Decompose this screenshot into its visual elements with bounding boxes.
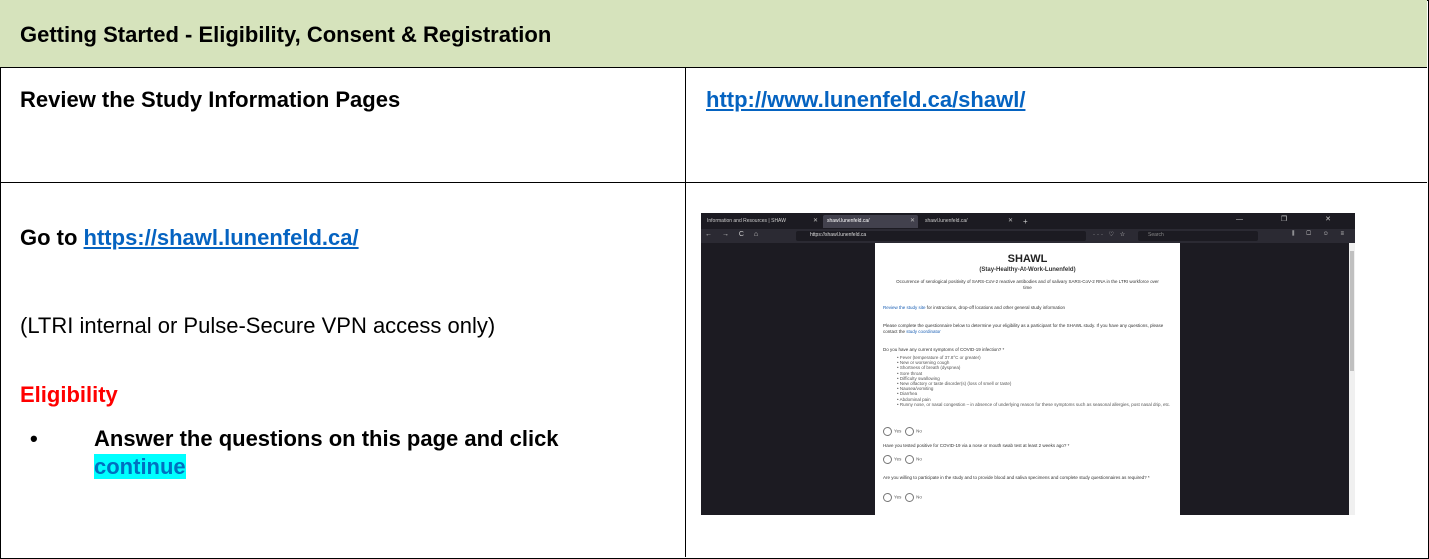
access-note: (LTRI internal or Pulse-Secure VPN acces… <box>20 313 496 338</box>
section-header: Getting Started - Eligibility, Consent &… <box>0 0 1427 68</box>
continue-highlight: continue <box>94 454 186 479</box>
study-info-link-cell: http://www.lunenfeld.ca/shawl/ <box>706 87 1025 113</box>
question-3: Are you willing to participate in the st… <box>883 475 1150 480</box>
page-description: Occurrence of serological positivity of … <box>896 279 1159 290</box>
window-controls[interactable]: — ❐ ✕ <box>1236 215 1349 223</box>
browser-tab-bar: Information and Resources | SHAW ✕ shawl… <box>701 213 1355 229</box>
browser-screenshot: Information and Resources | SHAW ✕ shawl… <box>701 213 1355 515</box>
list-item: • Runny nose, or nasal congestion – in a… <box>897 401 1171 407</box>
q1-radio-group: Yes No <box>883 427 922 436</box>
column-divider <box>685 68 686 557</box>
tab-label: shawl.lunenfeld.ca/ <box>827 218 870 224</box>
no-radio[interactable] <box>905 493 915 502</box>
nav-buttons-icon[interactable]: ← → C ⌂ <box>705 231 762 238</box>
browser-tab-active[interactable]: shawl.lunenfeld.ca/ ✕ <box>823 215 918 228</box>
browser-tab[interactable]: Information and Resources | SHAW ✕ <box>703 215 821 228</box>
q3-radio-group: Yes No <box>883 493 922 502</box>
page-title: SHAWL <box>1007 253 1048 265</box>
yes-radio[interactable] <box>883 455 892 464</box>
yes-label: Yes <box>894 494 902 500</box>
tab-label: Information and Resources | SHAW <box>707 218 786 224</box>
no-radio[interactable] <box>905 455 915 464</box>
toolbar-icons[interactable]: ⫼ ▢ ☺ ≡ <box>1292 231 1349 238</box>
url-text: https://shawl.lunenfeld.ca <box>810 232 867 238</box>
search-input[interactable]: Search <box>1138 231 1258 241</box>
bullet-text: Answer the questions on this page and cl… <box>94 426 559 451</box>
study-coordinator-link[interactable]: study coordinator <box>906 329 941 334</box>
tab-label: shawl.lunenfeld.ca/ <box>925 218 968 224</box>
bullet-icon: • <box>30 426 38 451</box>
no-radio[interactable] <box>905 427 915 436</box>
no-label: No <box>916 428 922 434</box>
goto-prefix: Go to <box>20 225 84 250</box>
goto-line: Go to https://shawl.lunenfeld.ca/ <box>20 225 359 251</box>
page-subtitle: (Stay-Healthy-At-Work-Lunenfeld) <box>979 267 1076 273</box>
yes-label: Yes <box>894 428 902 434</box>
review-rest: for instructions, drop-off locations and… <box>925 305 1066 310</box>
question-2: Have you tested positive for COVID-19 vi… <box>883 443 1070 448</box>
address-bar[interactable]: https://shawl.lunenfeld.ca <box>796 231 1086 241</box>
eligibility-heading: Eligibility <box>20 382 118 407</box>
question-1: Do you have any current symptoms of COVI… <box>883 347 1005 352</box>
page-actions-icon[interactable]: ··· ♡ ☆ <box>1093 231 1127 238</box>
study-info-row <box>0 68 1427 183</box>
close-icon[interactable]: ✕ <box>910 215 915 228</box>
no-label: No <box>916 494 922 500</box>
close-icon[interactable]: ✕ <box>1008 215 1013 228</box>
symptom-list: • Fever (temperature of 37.8°C or greate… <box>897 355 1172 407</box>
yes-radio[interactable] <box>883 493 892 502</box>
bullet-text-wrap: Answer the questions on this page and cl… <box>94 425 654 481</box>
shawl-site-link[interactable]: https://shawl.lunenfeld.ca/ <box>84 225 359 250</box>
q2-radio-group: Yes No <box>883 455 922 464</box>
new-tab-button[interactable]: + <box>1019 215 1033 228</box>
scrollbar-thumb[interactable] <box>1350 251 1354 371</box>
scrollbar[interactable] <box>1349 243 1355 515</box>
yes-label: Yes <box>894 456 902 462</box>
browser-tab[interactable]: shawl.lunenfeld.ca/ ✕ <box>921 215 1016 228</box>
search-placeholder: Search <box>1148 232 1164 238</box>
complete-paragraph: Please complete the questionnaire below … <box>883 323 1173 335</box>
section-title: Getting Started - Eligibility, Consent &… <box>20 22 552 47</box>
shawl-page: SHAWL (Stay-Healthy-At-Work-Lunenfeld) O… <box>875 243 1180 515</box>
review-study-site-link[interactable]: Review the study site <box>883 305 926 310</box>
review-study-label: Review the Study Information Pages <box>20 87 401 112</box>
browser-nav-bar: ← → C ⌂ https://shawl.lunenfeld.ca ··· ♡… <box>701 229 1355 243</box>
close-icon[interactable]: ✕ <box>813 215 818 228</box>
yes-radio[interactable] <box>883 427 892 436</box>
no-label: No <box>916 456 922 462</box>
study-info-link[interactable]: http://www.lunenfeld.ca/shawl/ <box>706 87 1025 112</box>
review-paragraph: Review the study site for instructions, … <box>883 305 1173 311</box>
